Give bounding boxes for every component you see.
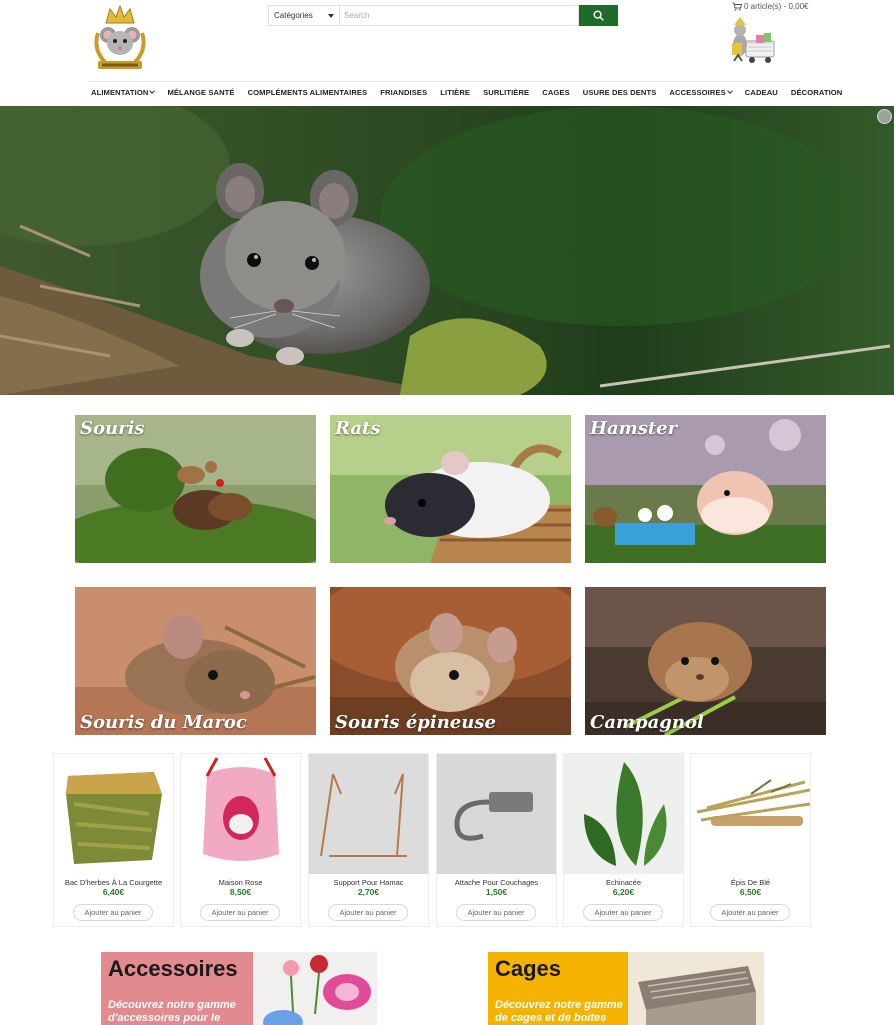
banner-image [253,952,377,1025]
product-price: 2,70€ [357,887,380,897]
cart-icon [732,2,742,11]
banner-title: Accessoires [108,956,238,981]
product-price: 6,50€ [739,887,762,897]
search-bar: Catégories Search [268,5,618,26]
header-divider [88,81,800,82]
hero-badge-icon[interactable] [877,109,892,124]
product-name[interactable]: Maison Rose [181,878,300,887]
category-tile-label: Souris [80,418,145,439]
chevron-down-icon [328,14,334,18]
search-button[interactable] [579,5,618,26]
site-logo[interactable] [88,3,152,73]
category-tile-souris-epineuse[interactable]: Souris épineuse [330,587,571,735]
add-to-cart-button[interactable]: Ajouter au panier [583,904,663,921]
site-header: Catégories Search 0 article(s) - 0,00€ A… [0,0,894,106]
nav-item-label: CADEAU [744,88,778,97]
nav-item-cages[interactable]: CAGES [542,88,570,97]
nav-item-label: COMPLÉMENTS ALIMENTAIRES [247,88,368,97]
nav-item-label: ALIMENTATION [91,88,149,97]
nav-item-label: MÉLANGE SANTÉ [167,88,235,97]
nav-item-alimentation[interactable]: ALIMENTATION [91,88,156,97]
product-image[interactable] [309,754,428,874]
product-image[interactable] [564,754,683,874]
nav-item-label: LITIÈRE [440,88,471,97]
category-tile-souris-du-maroc[interactable]: Souris du Maroc [75,587,316,735]
category-tile-label: Rats [335,418,381,439]
nav-item-friandises[interactable]: FRIANDISES [380,88,427,97]
cart-summary[interactable]: 0 article(s) - 0,00€ [732,2,808,11]
nav-item-label: USURE DES DENTS [582,88,657,97]
product-name[interactable]: Épis De Blé [691,878,810,887]
chevron-down-icon [726,88,733,94]
cart-summary-text: 0 article(s) - 0,00€ [744,2,809,11]
nav-item-label: ACCESSOIRES [669,88,726,97]
nav-item-surlitiere[interactable]: SURLITIÈRE [483,88,529,97]
category-tile-label: Souris épineuse [335,712,496,733]
banner-accessoires[interactable]: Accessoires Découvrez notre gamme d'acce… [101,952,377,1025]
nav-item-label: SURLITIÈRE [483,88,530,97]
add-to-cart-button[interactable]: Ajouter au panier [456,904,536,921]
nav-item-litiere[interactable]: LITIÈRE [440,88,470,97]
product-image[interactable] [691,754,810,874]
nav-item-label: FRIANDISES [380,88,428,97]
category-tile-rats[interactable]: Rats [330,415,571,563]
category-tile-label: Souris du Maroc [80,712,247,733]
category-select[interactable]: Catégories [268,5,339,26]
product-card[interactable]: Support Pour Hamac 2,70€ Ajouter au pani… [308,753,429,927]
product-card[interactable]: Maison Rose 8,50€ Ajouter au panier [180,753,301,927]
nav-item-decoration[interactable]: DÉCORATION [791,88,842,97]
product-price: 1,50€ [485,887,508,897]
product-image[interactable] [181,754,300,874]
product-price: 6,40€ [102,887,125,897]
banner-description: Découvrez notre gamme de cages et de boi… [495,999,623,1024]
hero-banner-image[interactable] [0,106,894,395]
category-select-label: Catégories [274,11,313,20]
banner-description: Découvrez notre gamme d'accessoires pour… [108,999,236,1024]
category-tile-souris[interactable]: Souris [75,415,316,563]
search-input[interactable]: Search [339,5,579,26]
page: Catégories Search 0 article(s) - 0,00€ A… [0,0,894,1025]
banner-title: Cages [495,956,562,981]
product-card[interactable]: Bac D'herbes À La Courgette 6,40€ Ajoute… [53,753,174,927]
category-tile-label: Hamster [590,418,678,439]
banner-cages[interactable]: Cages Découvrez notre gamme de cages et … [488,952,764,1025]
category-tile-label: Campagnol [590,712,704,733]
nav-item-melange-sante[interactable]: MÉLANGE SANTÉ [167,88,234,97]
product-name[interactable]: Echinacée [564,878,683,887]
add-to-cart-button[interactable]: Ajouter au panier [73,904,153,921]
nav-item-cadeau[interactable]: CADEAU [745,88,778,97]
product-name[interactable]: Support Pour Hamac [309,878,428,887]
product-price: 8,50€ [229,887,252,897]
cart-mascot-image[interactable] [726,15,780,65]
product-name[interactable]: Attache Pour Couchages [437,878,556,887]
banner-image [628,952,764,1025]
nav-item-complements[interactable]: COMPLÉMENTS ALIMENTAIRES [248,88,368,97]
product-card[interactable]: Épis De Blé 6,50€ Ajouter au panier [690,753,811,927]
add-to-cart-button[interactable]: Ajouter au panier [328,904,408,921]
add-to-cart-button[interactable]: Ajouter au panier [710,904,790,921]
product-price: 6,20€ [612,887,635,897]
nav-item-label: CAGES [542,88,570,97]
main-navigation: ALIMENTATION MÉLANGE SANTÉ COMPLÉMENTS A… [91,88,855,97]
nav-item-label: DÉCORATION [790,88,843,97]
nav-item-accessoires[interactable]: ACCESSOIRES [669,88,733,97]
product-image[interactable] [437,754,556,874]
product-card[interactable]: Echinacée 6,20€ Ajouter au panier [563,753,684,927]
product-name[interactable]: Bac D'herbes À La Courgette [54,878,173,887]
product-image[interactable] [54,754,173,874]
category-tile-hamster[interactable]: Hamster [585,415,826,563]
search-icon [593,10,604,21]
category-tile-campagnol[interactable]: Campagnol [585,587,826,735]
chevron-down-icon [149,88,156,94]
nav-item-usure-des-dents[interactable]: USURE DES DENTS [583,88,657,97]
product-card[interactable]: Attache Pour Couchages 1,50€ Ajouter au … [436,753,557,927]
add-to-cart-button[interactable]: Ajouter au panier [200,904,280,921]
search-placeholder: Search [344,11,370,20]
